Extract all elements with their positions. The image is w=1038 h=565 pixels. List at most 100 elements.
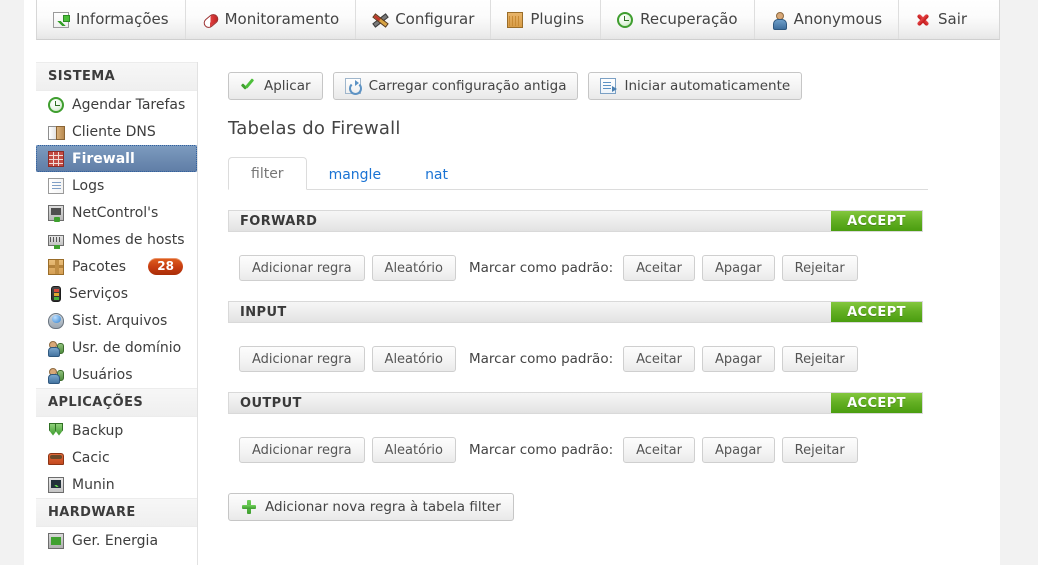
sidebar-item-munin[interactable]: Munin bbox=[36, 471, 197, 498]
toolbar-button-label: Iniciar automaticamente bbox=[624, 78, 791, 94]
nav-item-recuperao[interactable]: Recuperação bbox=[601, 0, 755, 39]
sidebar-item-badge: 28 bbox=[148, 257, 183, 276]
sidebar-item-usurios[interactable]: Usuários bbox=[36, 361, 197, 388]
sidebar-item-usrdedomnio[interactable]: Usr. de domínio bbox=[36, 334, 197, 361]
chain-add-rule-button[interactable]: Adicionar regra bbox=[239, 346, 365, 372]
users-icon bbox=[48, 340, 64, 357]
toolbar-button-carregarconfig[interactable]: Carregar configuração antiga bbox=[332, 72, 579, 100]
chain-policy-reject-button[interactable]: Rejeitar bbox=[781, 437, 858, 463]
traffic-light-icon bbox=[51, 285, 61, 302]
nav-item-anonymous[interactable]: Anonymous bbox=[755, 0, 900, 39]
chain-policy-delete-button[interactable]: Apagar bbox=[701, 255, 775, 281]
log-file-icon bbox=[48, 177, 64, 194]
brick-wall-icon bbox=[48, 150, 64, 167]
sidebar-section-header: HARDWARE bbox=[36, 498, 197, 527]
chain-add-rule-button[interactable]: Adicionar regra bbox=[239, 437, 365, 463]
chain-header: FORWARD ACCEPT bbox=[228, 210, 923, 232]
toolbar-button-iniciarautomat[interactable]: Iniciar automaticamente bbox=[588, 72, 803, 100]
sidebar-item-cacic[interactable]: Cacic bbox=[36, 444, 197, 471]
sidebar-item-label: Cliente DNS bbox=[72, 123, 156, 140]
sidebar-item-servios[interactable]: Serviços bbox=[36, 280, 197, 307]
nav-item-label: Recuperação bbox=[640, 10, 738, 28]
chain-policy-accept-button[interactable]: Aceitar bbox=[623, 437, 695, 463]
sidebar-item-backup[interactable]: Backup bbox=[36, 417, 197, 444]
chain-policy-accept-button[interactable]: Aceitar bbox=[623, 255, 695, 281]
chain-policy-accept-button[interactable]: Aceitar bbox=[623, 346, 695, 372]
mark-as-default-label: Marcar como padrão: bbox=[468, 260, 614, 276]
chain-add-rule-button[interactable]: Adicionar regra bbox=[239, 255, 365, 281]
chain-block: INPUT ACCEPT Adicionar regra Aleatório Marca… bbox=[228, 301, 923, 372]
tools-icon bbox=[372, 12, 388, 28]
nav-item-label: Sair bbox=[938, 10, 968, 28]
chain-name: OUTPUT bbox=[240, 395, 302, 411]
chain-policy-badge[interactable]: ACCEPT bbox=[831, 393, 922, 413]
main-content: Aplicar Carregar configuração antiga Inici… bbox=[214, 62, 988, 565]
plus-icon bbox=[241, 499, 257, 515]
disk-icon bbox=[48, 312, 64, 329]
pill-icon bbox=[202, 12, 218, 28]
nav-item-monitoramento[interactable]: Monitoramento bbox=[186, 0, 357, 39]
chain-header: OUTPUT ACCEPT bbox=[228, 392, 923, 414]
sidebar-item-nomesdehosts[interactable]: Nomes de hosts bbox=[36, 226, 197, 253]
clock-icon bbox=[48, 96, 64, 113]
chain-name: FORWARD bbox=[240, 213, 318, 229]
sidebar-item-label: Munin bbox=[72, 476, 115, 493]
chain-policy-reject-button[interactable]: Rejeitar bbox=[781, 346, 858, 372]
sidebar-item-pacotes[interactable]: Pacotes 28 bbox=[36, 253, 197, 280]
chain-actions: Adicionar regra Aleatório Marcar como padr… bbox=[228, 346, 923, 372]
sidebar-item-clientedns[interactable]: Cliente DNS bbox=[36, 118, 197, 145]
sidebar-item-label: Firewall bbox=[72, 150, 135, 167]
tab-mangle[interactable]: mangle bbox=[307, 159, 403, 190]
sidebar-item-label: Cacic bbox=[72, 449, 110, 466]
nav-item-informaes[interactable]: Informações bbox=[37, 0, 186, 39]
nav-item-label: Anonymous bbox=[793, 10, 883, 28]
add-new-rule-button[interactable]: Adicionar nova regra à tabela filter bbox=[228, 493, 514, 521]
nav-item-sair[interactable]: Sair bbox=[899, 0, 983, 39]
toolbar-button-label: Aplicar bbox=[264, 78, 311, 94]
sidebar-item-firewall[interactable]: Firewall bbox=[36, 145, 197, 172]
page-root: Informações Monitoramento Configurar Plugin… bbox=[24, 0, 1000, 565]
check-icon bbox=[240, 78, 256, 94]
chain-header: INPUT ACCEPT bbox=[228, 301, 923, 323]
document-arrow-icon bbox=[600, 78, 618, 94]
sidebar-item-logs[interactable]: Logs bbox=[36, 172, 197, 199]
chain-policy-badge[interactable]: ACCEPT bbox=[831, 302, 922, 322]
sidebar-item-label: Logs bbox=[72, 177, 105, 194]
table-tabs: filter mangle nat bbox=[228, 157, 928, 190]
chain-policy-delete-button[interactable]: Apagar bbox=[701, 346, 775, 372]
sidebar-item-label: Sist. Arquivos bbox=[72, 312, 168, 329]
chain-policy-delete-button[interactable]: Apagar bbox=[701, 437, 775, 463]
chain-name: INPUT bbox=[240, 304, 287, 320]
sidebar-item-gerenergia[interactable]: Ger. Energia bbox=[36, 527, 197, 554]
chain-actions: Adicionar regra Aleatório Marcar como padr… bbox=[228, 437, 923, 463]
clock-icon bbox=[617, 11, 634, 28]
chain-random-button[interactable]: Aleatório bbox=[371, 437, 456, 463]
chain-random-button[interactable]: Aleatório bbox=[371, 346, 456, 372]
chain-random-button[interactable]: Aleatório bbox=[371, 255, 456, 281]
sidebar-item-label: Pacotes bbox=[72, 258, 127, 275]
chain-block: OUTPUT ACCEPT Adicionar regra Aleatório Marc… bbox=[228, 392, 923, 463]
sidebar-item-label: Usr. de domínio bbox=[72, 339, 182, 356]
nav-item-configurar[interactable]: Configurar bbox=[356, 0, 492, 39]
package-icon bbox=[48, 258, 64, 275]
sidebar-item-sistarquivos[interactable]: Sist. Arquivos bbox=[36, 307, 197, 334]
tab-nat[interactable]: nat bbox=[403, 159, 470, 190]
chain-policy-badge[interactable]: ACCEPT bbox=[831, 211, 922, 231]
chain-policy-reject-button[interactable]: Rejeitar bbox=[781, 255, 858, 281]
action-toolbar: Aplicar Carregar configuração antiga Inici… bbox=[214, 62, 988, 100]
sidebar-item-netcontrols[interactable]: NetControl's bbox=[36, 199, 197, 226]
sidebar-item-label: Nomes de hosts bbox=[72, 231, 185, 248]
sidebar-item-label: Serviços bbox=[69, 285, 128, 302]
chain-list: FORWARD ACCEPT Adicionar regra Aleatório Mar… bbox=[214, 210, 988, 463]
nav-item-plugins[interactable]: Plugins bbox=[491, 0, 602, 39]
box-icon bbox=[507, 11, 524, 28]
mark-as-default-label: Marcar como padrão: bbox=[468, 442, 614, 458]
sidebar-item-agendartarefas[interactable]: Agendar Tarefas bbox=[36, 91, 197, 118]
chain-block: FORWARD ACCEPT Adicionar regra Aleatório Mar… bbox=[228, 210, 923, 281]
cacic-icon bbox=[48, 452, 64, 465]
nav-item-label: Informações bbox=[76, 10, 169, 28]
sidebar-item-label: Agendar Tarefas bbox=[72, 96, 186, 113]
tab-filter[interactable]: filter bbox=[228, 157, 307, 190]
toolbar-button-aplicar[interactable]: Aplicar bbox=[228, 72, 323, 100]
book-icon bbox=[48, 124, 65, 140]
